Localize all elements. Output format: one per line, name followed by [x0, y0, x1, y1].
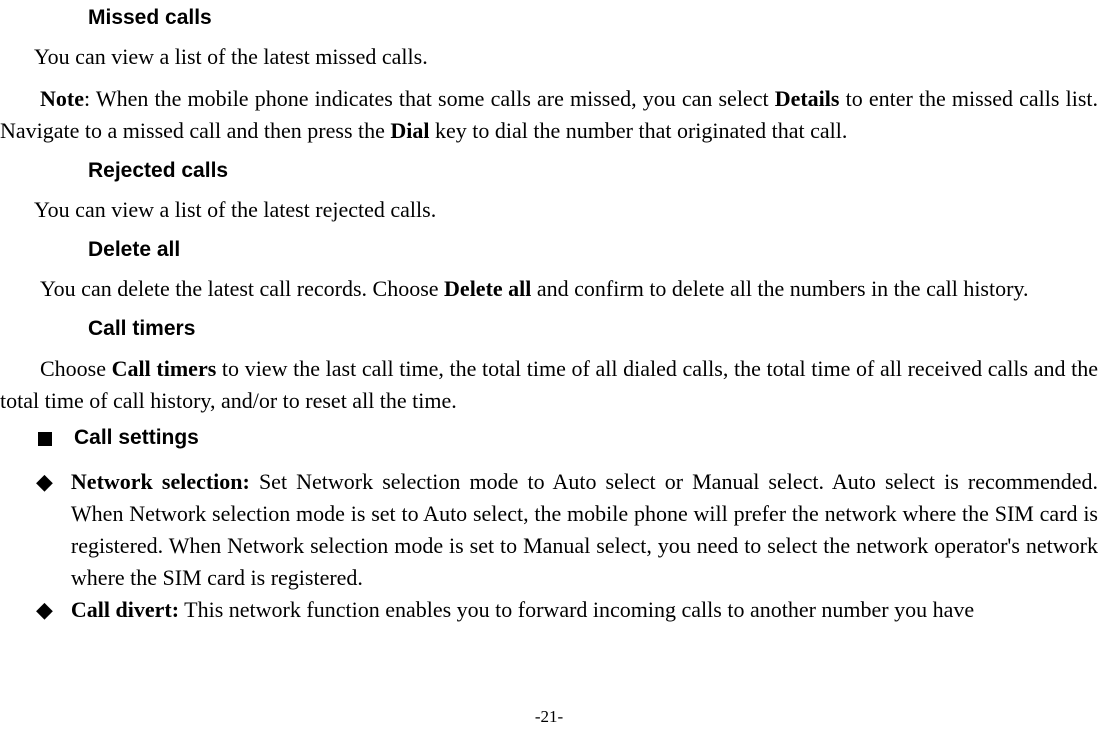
note-text-1: : When the mobile phone indicates that s… — [84, 86, 775, 111]
para-missed-calls-note: Note: When the mobile phone indicates th… — [0, 83, 1098, 147]
note-label: Note — [40, 86, 84, 111]
document-page: Missed calls You can view a list of the … — [0, 0, 1098, 737]
heading-delete-all: Delete all — [88, 236, 1098, 263]
para-missed-calls: You can view a list of the latest missed… — [0, 41, 1098, 73]
heading-rejected-calls: Rejected calls — [88, 157, 1098, 184]
diamond-bullet-icon: ◆ — [36, 466, 53, 594]
heading-call-timers: Call timers — [88, 315, 1098, 342]
timers-text-1: Choose — [40, 356, 112, 381]
network-selection-label: Network selection: — [71, 469, 250, 494]
text-call-divert: Call divert: This network function enabl… — [71, 594, 1098, 626]
heading-missed-calls: Missed calls — [88, 4, 1098, 31]
note-bold-dial: Dial — [390, 118, 429, 143]
delete-text-2: and confirm to delete all the numbers in… — [531, 276, 1028, 301]
timers-bold: Call timers — [112, 356, 217, 381]
bullet-call-settings: Call settings — [0, 426, 1098, 458]
para-delete-all: You can delete the latest call records. … — [0, 273, 1098, 305]
note-bold-details: Details — [775, 86, 840, 111]
heading-call-settings: Call settings — [74, 426, 199, 450]
item-call-divert: ◆ Call divert: This network function ena… — [0, 594, 1098, 626]
note-text-3: key to dial the number that originated t… — [430, 118, 848, 143]
para-call-timers: Choose Call timers to view the last call… — [0, 353, 1098, 417]
text-network-selection: Network selection: Set Network selection… — [71, 466, 1098, 594]
call-divert-label: Call divert: — [71, 597, 179, 622]
delete-bold: Delete all — [444, 276, 531, 301]
delete-text-1: You can delete the latest call records. … — [40, 276, 444, 301]
page-number: -21- — [0, 707, 1098, 727]
diamond-bullet-icon: ◆ — [36, 594, 53, 626]
item-network-selection: ◆ Network selection: Set Network selecti… — [0, 466, 1098, 594]
square-bullet-icon — [38, 432, 52, 446]
para-rejected-calls: You can view a list of the latest reject… — [0, 194, 1098, 226]
page-content: Missed calls You can view a list of the … — [0, 0, 1098, 626]
call-divert-body: This network function enables you to for… — [179, 597, 974, 622]
